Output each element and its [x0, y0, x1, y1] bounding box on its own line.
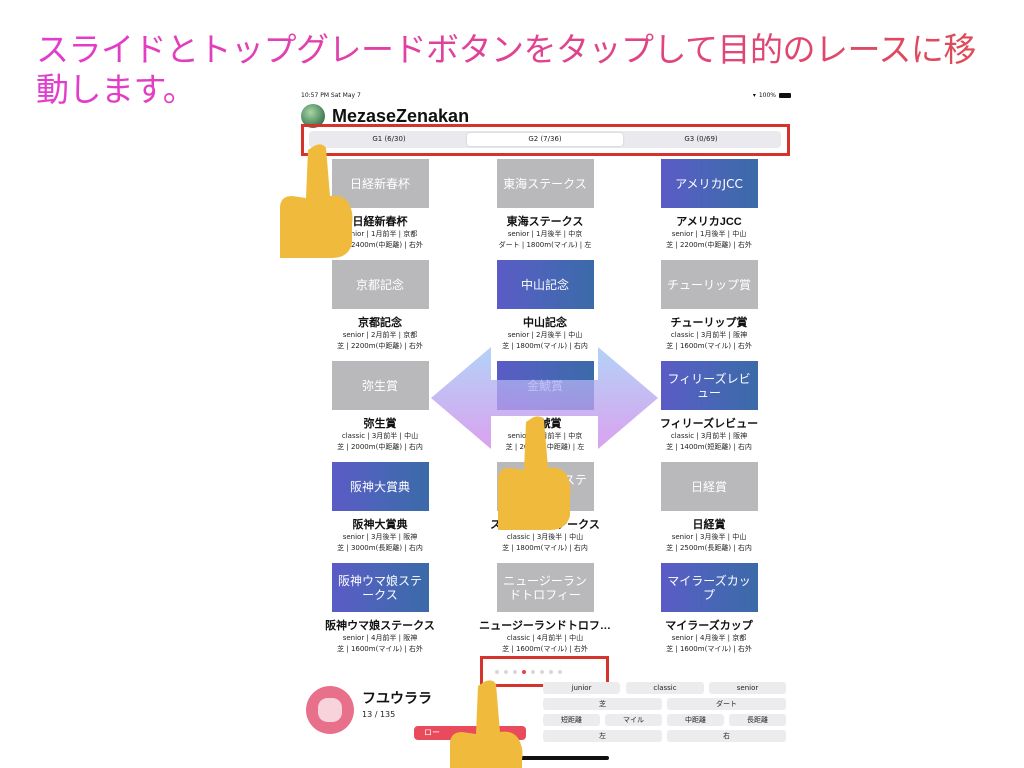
status-indicators: ▾ 100%	[753, 92, 791, 99]
race-name: 日経新春杯	[352, 216, 408, 228]
filter-right[interactable]: 右	[667, 730, 786, 742]
filter-middle[interactable]: 中距離	[667, 714, 724, 726]
status-time: 10:57 PM Sat May 7	[301, 92, 361, 99]
race-info-1: senior | 1月後半 | 中京	[507, 230, 583, 238]
race-name: スプリングステークス	[490, 519, 600, 531]
race-name: フィリーズレビュー	[659, 418, 759, 430]
race-card[interactable]: 京都記念 京都記念 senior | 2月前半 | 京都 芝 | 2200m(中…	[305, 260, 455, 360]
battery-icon	[779, 93, 791, 98]
race-name: 日経賞	[692, 519, 726, 531]
race-thumbnail: 日経新春杯	[331, 159, 429, 208]
race-thumbnail: スプリングステークス	[496, 462, 594, 511]
race-info-1: classic | 3月前半 | 阪神	[670, 432, 748, 440]
race-info-1: senior | 3月後半 | 中山	[671, 533, 747, 541]
race-card[interactable]: 中山記念 中山記念 senior | 2月後半 | 中山 芝 | 1800m(マ…	[470, 260, 620, 360]
race-card[interactable]: 日経新春杯 日経新春杯 senior | 1月前半 | 京都 芝 | 2400m…	[305, 159, 455, 259]
race-info-1: classic | 3月後半 | 中山	[506, 533, 584, 541]
race-info-1: senior | 3月後半 | 阪神	[342, 533, 418, 541]
race-card[interactable]: スプリングステークス スプリングステークス classic | 3月後半 | 中…	[470, 462, 620, 562]
race-name: 京都記念	[358, 317, 402, 329]
race-info-2: 芝 | 1600m(マイル) | 右外	[502, 645, 588, 653]
home-indicator	[494, 756, 609, 760]
race-info-2: 芝 | 1800m(マイル) | 右内	[502, 544, 588, 552]
trainer-name: フユウララ	[362, 690, 432, 706]
race-card[interactable]: 阪神大賞典 阪神大賞典 senior | 3月後半 | 阪神 芝 | 3000m…	[305, 462, 455, 562]
race-info-2: 芝 | 2200m(中距離) | 右外	[666, 241, 752, 249]
race-card[interactable]: フィリーズレビュー フィリーズレビュー classic | 3月前半 | 阪神 …	[634, 361, 784, 461]
filter-mile[interactable]: マイル	[605, 714, 662, 726]
race-card[interactable]: アメリカJCC アメリカJCC senior | 1月後半 | 中山 芝 | 2…	[634, 159, 784, 259]
race-info-1: senior | 4月後半 | 京都	[671, 634, 747, 642]
race-thumbnail: 阪神大賞典	[331, 462, 429, 511]
race-info-2: 芝 | 1600m(マイル) | 右外	[666, 645, 752, 653]
race-thumbnail: 東海ステークス	[496, 159, 594, 208]
race-info-2: ダート | 1800m(マイル) | 左	[498, 241, 592, 249]
race-thumbnail: マイラーズカップ	[660, 563, 758, 612]
race-name: 金鯱賞	[528, 418, 562, 430]
race-name: 東海ステークス	[506, 216, 584, 228]
race-thumbnail: 阪神ウマ娘ステークス	[331, 563, 429, 612]
race-info-1: senior | 1月前半 | 京都	[342, 230, 418, 238]
race-card[interactable]: マイラーズカップ マイラーズカップ senior | 4月後半 | 京都 芝 |…	[634, 563, 784, 663]
race-info-2: 芝 | 1800m(マイル) | 右内	[502, 342, 588, 350]
race-thumbnail: 金鯱賞	[496, 361, 594, 410]
race-thumbnail: 日経賞	[660, 462, 758, 511]
race-card[interactable]: 金鯱賞 金鯱賞 senior | 3月前半 | 中京 芝 | 2000m(中距離…	[470, 361, 620, 461]
tabs-highlight-box	[301, 124, 790, 156]
race-info-2: 芝 | 1600m(マイル) | 右外	[337, 645, 423, 653]
race-info-2: 芝 | 2000m(中距離) | 右内	[337, 443, 423, 451]
race-card[interactable]: 弥生賞 弥生賞 classic | 3月前半 | 中山 芝 | 2000m(中距…	[305, 361, 455, 461]
filter-dirt[interactable]: ダート	[667, 698, 786, 710]
race-info-1: senior | 4月前半 | 阪神	[342, 634, 418, 642]
race-info-2: 芝 | 2000m(中距離) | 左	[505, 443, 585, 451]
filter-senior[interactable]: senior	[709, 682, 786, 694]
race-card[interactable]: ニュージーランドトロフィー ニュージーランドトロフ… classic | 4月前…	[470, 563, 620, 663]
race-info-1: classic | 3月前半 | 中山	[341, 432, 419, 440]
race-info-1: classic | 4月前半 | 中山	[506, 634, 584, 642]
filter-classic[interactable]: classic	[626, 682, 704, 694]
race-card[interactable]: 阪神ウマ娘ステークス 阪神ウマ娘ステークス senior | 4月前半 | 阪神…	[305, 563, 455, 663]
race-info-2: 芝 | 2500m(長距離) | 右内	[666, 544, 752, 552]
race-thumbnail: フィリーズレビュー	[660, 361, 758, 410]
race-info-1: senior | 2月後半 | 中山	[507, 331, 583, 339]
filter-turf[interactable]: 芝	[543, 698, 662, 710]
wifi-icon: ▾	[752, 92, 756, 99]
race-thumbnail: 中山記念	[496, 260, 594, 309]
race-thumbnail: 京都記念	[331, 260, 429, 309]
race-card[interactable]: チューリップ賞 チューリップ賞 classic | 3月前半 | 阪神 芝 | …	[634, 260, 784, 360]
race-info-1: senior | 3月前半 | 中京	[507, 432, 583, 440]
filter-sprint[interactable]: 短距離	[543, 714, 600, 726]
filter-junior[interactable]: junior	[543, 682, 620, 694]
race-name: 阪神大賞典	[352, 519, 408, 531]
race-info-1: senior | 1月後半 | 中山	[671, 230, 747, 238]
race-name: アメリカJCC	[676, 216, 742, 228]
filter-long[interactable]: 長距離	[729, 714, 786, 726]
race-name: チューリップ賞	[670, 317, 748, 329]
filter-left[interactable]: 左	[543, 730, 662, 742]
battery-label: 100%	[758, 92, 776, 99]
race-thumbnail: 弥生賞	[331, 361, 429, 410]
race-name: 中山記念	[523, 317, 567, 329]
race-info-2: 芝 | 1400m(短距離) | 右内	[666, 443, 752, 451]
race-name: ニュージーランドトロフ…	[479, 620, 611, 632]
race-info-1: classic | 3月前半 | 阪神	[670, 331, 748, 339]
race-info-2: 芝 | 3000m(長距離) | 右内	[337, 544, 423, 552]
load-button[interactable]: ロー	[414, 726, 526, 740]
race-info-2: 芝 | 2200m(中距離) | 右外	[337, 342, 423, 350]
race-info-2: 芝 | 1600m(マイル) | 右外	[666, 342, 752, 350]
race-card[interactable]: 日経賞 日経賞 senior | 3月後半 | 中山 芝 | 2500m(長距離…	[634, 462, 784, 562]
race-name: 弥生賞	[363, 418, 397, 430]
trainer-avatar[interactable]	[306, 686, 354, 734]
race-thumbnail: ニュージーランドトロフィー	[496, 563, 594, 612]
race-card[interactable]: 東海ステークス 東海ステークス senior | 1月後半 | 中京 ダート |…	[470, 159, 620, 259]
race-info-1: senior | 2月前半 | 京都	[342, 331, 418, 339]
race-thumbnail: アメリカJCC	[660, 159, 758, 208]
race-thumbnail: チューリップ賞	[660, 260, 758, 309]
race-info-2: 芝 | 2400m(中距離) | 右外	[337, 241, 423, 249]
race-name: マイラーズカップ	[665, 620, 753, 632]
race-name: 阪神ウマ娘ステークス	[325, 620, 435, 632]
trainer-count: 13 / 135	[362, 710, 396, 719]
